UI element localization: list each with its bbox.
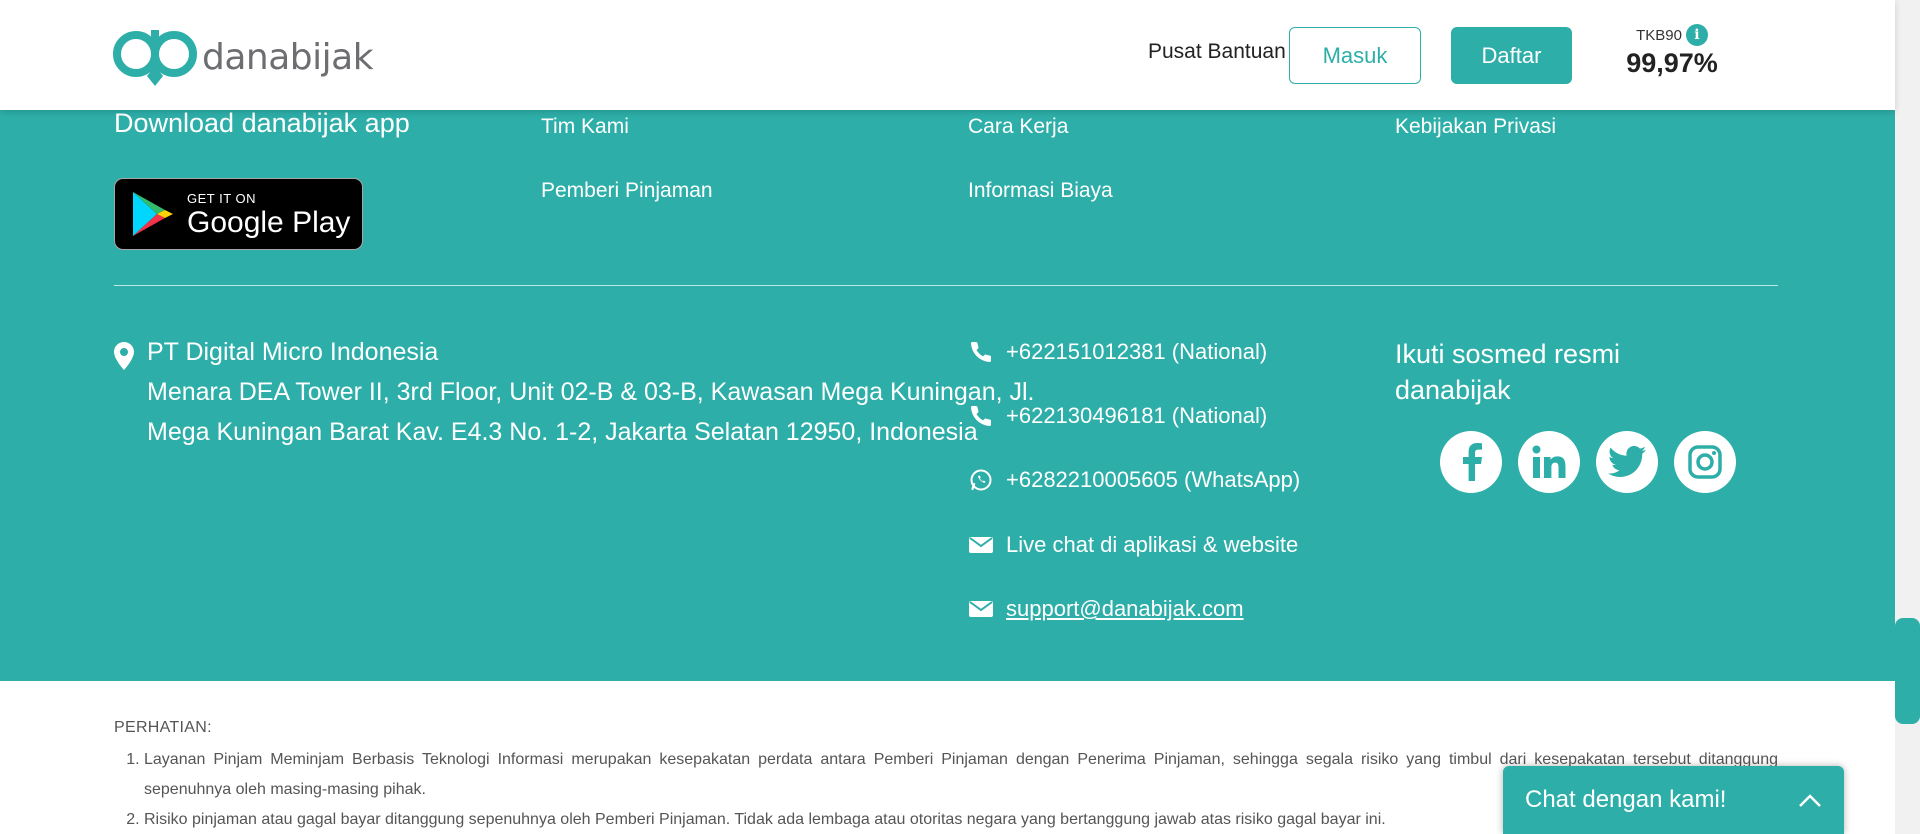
facebook-icon <box>1463 443 1482 481</box>
tkb-label: TKB90 <box>1636 26 1682 44</box>
login-button[interactable]: Masuk <box>1289 27 1421 84</box>
contact-phone-1-text: +622151012381 (National) <box>1006 339 1268 364</box>
chat-label: Chat dengan kami! <box>1525 786 1727 813</box>
danabijak-logo-icon <box>113 30 197 86</box>
footer-link-cara-kerja[interactable]: Cara Kerja <box>968 115 1068 139</box>
map-pin-icon <box>114 342 134 370</box>
linkedin-icon <box>1532 445 1566 478</box>
address-line-2: Mega Kuningan Barat Kav. E4.3 No. 1-2, J… <box>147 418 978 446</box>
facebook-button[interactable] <box>1440 431 1502 493</box>
tkb-value: 99,97% <box>1626 48 1718 78</box>
google-play-button[interactable]: GET IT ON Google Play <box>114 178 363 250</box>
contact-email[interactable]: support@danabijak.com <box>968 596 1244 622</box>
help-center-link[interactable]: Pusat Bantuan <box>1148 40 1286 64</box>
chat-widget[interactable]: Chat dengan kami! <box>1503 766 1844 834</box>
contact-live-chat-text: Live chat di aplikasi & website <box>1006 532 1299 557</box>
logo[interactable]: danabijak <box>112 26 374 88</box>
google-play-icon <box>133 192 173 236</box>
google-play-big-text: Google Play <box>187 205 351 239</box>
twitter-button[interactable] <box>1596 431 1658 493</box>
address-line-1: Menara DEA Tower II, 3rd Floor, Unit 02-… <box>147 378 1035 406</box>
instagram-icon <box>1688 445 1722 479</box>
footer-divider <box>114 285 1778 286</box>
footer-link-kebijakan-privasi[interactable]: Kebijakan Privasi <box>1395 115 1556 139</box>
logo-text: danabijak <box>202 36 374 78</box>
mail-icon <box>968 597 994 621</box>
contact-phone-1: +622151012381 (National) <box>968 339 1267 365</box>
contact-phone-2: +622130496181 (National) <box>968 403 1267 429</box>
linkedin-button[interactable] <box>1518 431 1580 493</box>
mail-icon <box>968 533 994 557</box>
info-icon[interactable]: i <box>1685 24 1708 46</box>
phone-icon <box>968 404 994 428</box>
social-title: Ikuti sosmed resmi danabijak <box>1395 339 1621 405</box>
company-name: PT Digital Micro Indonesia <box>147 338 439 366</box>
contact-phone-2-text: +622130496181 (National) <box>1006 403 1268 428</box>
whatsapp-icon <box>968 468 994 492</box>
disclaimer-title: PERHATIAN: <box>114 719 212 736</box>
scrollbar-thumb[interactable] <box>1895 618 1920 724</box>
site-header: danabijak Pusat Bantuan Masuk Daftar TKB… <box>0 0 1895 110</box>
twitter-icon <box>1608 446 1646 477</box>
tkb-indicator: TKB90 i 99,97% <box>1620 24 1724 79</box>
chevron-up-icon <box>1799 794 1821 807</box>
footer-link-tim-kami[interactable]: Tim Kami <box>541 115 629 139</box>
google-play-small-text: GET IT ON <box>187 190 257 206</box>
instagram-button[interactable] <box>1674 431 1736 493</box>
contact-live-chat: Live chat di aplikasi & website <box>968 532 1298 558</box>
contact-whatsapp: +6282210005605 (WhatsApp) <box>968 467 1300 493</box>
support-email-link[interactable]: support@danabijak.com <box>1006 596 1244 622</box>
footer-link-informasi-biaya[interactable]: Informasi Biaya <box>968 179 1113 203</box>
contact-whatsapp-text: +6282210005605 (WhatsApp) <box>1006 467 1301 492</box>
register-button[interactable]: Daftar <box>1451 27 1572 84</box>
footer-link-pemberi-pinjaman[interactable]: Pemberi Pinjaman <box>541 179 713 203</box>
download-app-title: Download danabijak app <box>114 108 410 138</box>
phone-icon <box>968 340 994 364</box>
